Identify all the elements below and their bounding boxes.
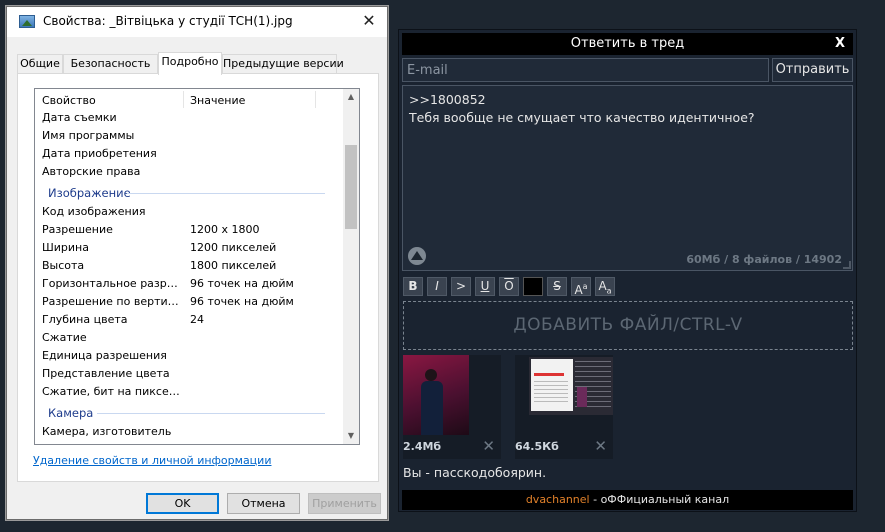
superscript-button[interactable]: Aa	[571, 277, 591, 297]
add-file-dropzone[interactable]: ДОБАВИТЬ ФАЙЛ/CTRL-V	[403, 301, 853, 350]
scroll-thumb[interactable]	[345, 145, 357, 229]
property-row[interactable]: Разрешение по вертикали 96 точек на дюйм	[35, 293, 345, 311]
properties-rows: Дата съемки Имя программы Дата приобретени…	[35, 109, 345, 441]
message-line: >>1800852	[409, 92, 486, 107]
properties-list[interactable]: Свойство Значение Дата съемки Имя програм…	[34, 88, 360, 445]
reply-header[interactable]: Ответить в тред X	[402, 33, 853, 55]
close-icon[interactable]: ✕	[351, 7, 387, 37]
email-field[interactable]: E-mail	[402, 58, 769, 82]
properties-dialog: Свойства: _Вітвіцька у студії ТСН(1).jpg…	[6, 6, 388, 520]
underline-button[interactable]: U	[475, 277, 495, 296]
apply-button[interactable]: Применить	[308, 493, 381, 514]
property-name: Высота	[42, 259, 85, 272]
bold-button[interactable]: B	[403, 277, 423, 296]
property-row[interactable]: Единица разрешения	[35, 347, 345, 365]
footer-brand-link[interactable]: dvachannel	[526, 493, 590, 506]
overline-button[interactable]: O	[499, 277, 519, 296]
property-row[interactable]: Имя программы	[35, 127, 345, 145]
property-row[interactable]: Глубина цвета 24	[35, 311, 345, 329]
cancel-button[interactable]: Отмена	[227, 493, 300, 514]
property-name: Дата приобретения	[42, 147, 157, 160]
property-name: Глубина цвета	[42, 313, 128, 326]
property-row[interactable]: Сжатие	[35, 329, 345, 347]
send-button[interactable]: Отправить	[772, 58, 853, 82]
strike-button[interactable]: S	[547, 277, 567, 296]
message-line: Тебя вообще не смущает что качество иден…	[409, 110, 755, 125]
remove-file-icon[interactable]: ✕	[482, 437, 495, 455]
vertical-scrollbar[interactable]: ▲ ▼	[343, 89, 359, 444]
property-row[interactable]: Представление цвета	[35, 365, 345, 383]
scroll-up-icon[interactable]: ▲	[343, 89, 359, 105]
limits-counter: 60Мб / 8 файлов / 14902	[686, 253, 842, 266]
property-row[interactable]: Дата приобретения	[35, 145, 345, 163]
tab-details[interactable]: Подробно	[158, 52, 222, 75]
ok-button[interactable]: OK	[146, 493, 219, 514]
passcode-status: Вы - пасскодобоярин.	[403, 465, 547, 480]
group-title: Изображение	[48, 186, 131, 200]
property-value: 1200 пикселей	[190, 241, 277, 254]
property-name: Единица разрешения	[42, 349, 167, 362]
property-row[interactable]: Код изображения	[35, 203, 345, 221]
property-row[interactable]: Камера, изготовитель	[35, 423, 345, 441]
file-preview-image[interactable]	[529, 357, 613, 415]
property-row[interactable]: Дата съемки	[35, 109, 345, 127]
property-name: Имя программы	[42, 129, 135, 142]
property-row[interactable]: Сжатие, бит на пиксель	[35, 383, 345, 401]
file-size: 2.4Мб	[403, 440, 442, 453]
dialog-title: Свойства: _Вітвіцька у студії ТСН(1).jpg	[43, 14, 293, 28]
remove-file-icon[interactable]: ✕	[594, 437, 607, 455]
italic-button[interactable]: I	[427, 277, 447, 296]
subscript-button[interactable]: Aa	[595, 277, 615, 296]
file-thumb[interactable]: 2.4Мб ✕	[403, 355, 501, 459]
property-value: 1200 x 1800	[190, 223, 260, 236]
scroll-down-icon[interactable]: ▼	[343, 428, 359, 444]
property-name: Сжатие, бит на пиксель	[42, 385, 182, 398]
property-group-heading: Изображение	[35, 181, 345, 203]
property-name: Разрешение по вертикали	[42, 295, 182, 308]
reply-form: Ответить в тред X E-mail Отправить >>180…	[398, 29, 857, 512]
close-icon[interactable]: X	[835, 33, 845, 55]
image-file-icon	[19, 15, 35, 28]
list-header: Свойство Значение	[35, 89, 345, 109]
property-name: Авторские права	[42, 165, 141, 178]
property-row[interactable]: Ширина 1200 пикселей	[35, 239, 345, 257]
property-name: Горизонтальное разреше...	[42, 277, 182, 290]
footer-banner: dvachannel - оФФициальный канал	[402, 490, 853, 510]
details-panel: Свойство Значение Дата съемки Имя програм…	[17, 73, 379, 482]
property-value: 1800 пикселей	[190, 259, 277, 272]
footer-text: оФФициальный канал	[600, 493, 730, 506]
quote-button[interactable]: >	[451, 277, 471, 296]
dvach-logo-icon[interactable]	[408, 247, 426, 265]
file-size: 64.5Кб	[515, 440, 559, 453]
property-name: Ширина	[42, 241, 89, 254]
property-name: Разрешение	[42, 223, 113, 236]
file-preview-image[interactable]	[403, 355, 469, 435]
property-value: 96 точек на дюйм	[190, 277, 294, 290]
property-name: Камера, изготовитель	[42, 425, 172, 438]
dialog-titlebar[interactable]: Свойства: _Вітвіцька у студії ТСН(1).jpg…	[7, 7, 387, 37]
property-name: Сжатие	[42, 331, 87, 344]
resize-grip-icon[interactable]	[843, 261, 851, 269]
property-value: 24	[190, 313, 204, 326]
remove-properties-link[interactable]: Удаление свойств и личной информации	[33, 454, 271, 467]
group-title: Камера	[48, 406, 94, 420]
property-value: 96 точек на дюйм	[190, 295, 294, 308]
column-property[interactable]: Свойство	[42, 94, 96, 107]
property-row[interactable]: Горизонтальное разреше... 96 точек на дюй…	[35, 275, 345, 293]
file-thumb[interactable]: 64.5Кб ✕	[515, 355, 613, 459]
property-name: Представление цвета	[42, 367, 170, 380]
property-name: Дата съемки	[42, 111, 117, 124]
property-row[interactable]: Разрешение 1200 x 1800	[35, 221, 345, 239]
property-group-heading: Камера	[35, 401, 345, 423]
tab-general[interactable]: Общие	[17, 54, 63, 74]
property-row[interactable]: Авторские права	[35, 163, 345, 181]
property-name: Код изображения	[42, 205, 146, 218]
reply-title: Ответить в тред	[570, 36, 685, 51]
spoiler-button[interactable]	[523, 277, 543, 296]
message-textarea[interactable]: >>1800852 Тебя вообще не смущает что кач…	[402, 85, 853, 271]
tab-security[interactable]: Безопасность	[63, 54, 158, 74]
tab-previous-versions[interactable]: Предыдущие версии	[222, 54, 344, 74]
property-row[interactable]: Высота 1800 пикселей	[35, 257, 345, 275]
column-value[interactable]: Значение	[190, 94, 245, 107]
